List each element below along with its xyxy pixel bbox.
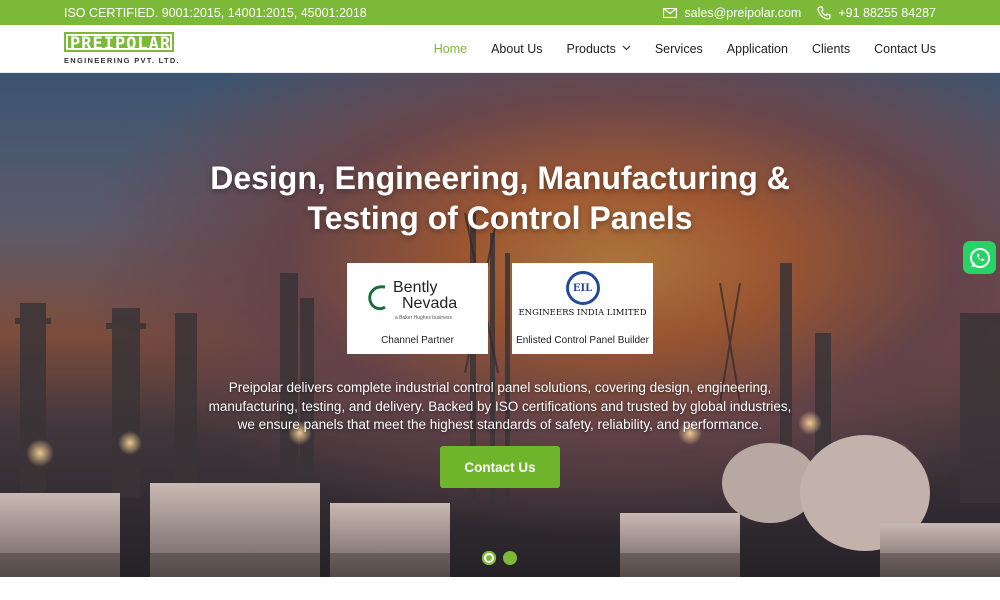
nav-application[interactable]: Application — [727, 42, 788, 56]
phone-icon — [817, 5, 831, 20]
nav-services[interactable]: Services — [655, 42, 703, 56]
nav-about-us-label: About Us — [491, 41, 543, 56]
nav-home[interactable]: Home — [434, 42, 467, 56]
email-text: sales@preipolar.com — [684, 5, 802, 20]
mail-icon — [663, 7, 678, 19]
nav-application-label: Application — [726, 41, 788, 56]
nav-about-us[interactable]: About Us — [491, 42, 542, 56]
refinery-background-image — [0, 212, 1000, 577]
main-nav: Home About Us Products Services Applicat… — [434, 42, 936, 56]
nav-clients-label: Clients — [811, 41, 851, 56]
phone-link[interactable]: +91 88255 84287 — [817, 6, 936, 20]
nav-services-label: Services — [654, 41, 703, 56]
hero-title-line-2: Testing of Control Panels — [307, 200, 693, 236]
eil-name-text: ENGINEERS INDIA LIMITED — [518, 308, 647, 318]
top-bar: ISO CERTIFIED. 9001:2015, 14001:2015, 45… — [0, 0, 1000, 25]
hero-desc-line-3: we ensure panels that meet the highest s… — [237, 417, 763, 432]
hero-slider: Design, Engineering, Manufacturing & Tes… — [0, 73, 1000, 577]
site-header: PREIPOLAR ENGINEERING PVT. LTD. Home Abo… — [0, 25, 1000, 73]
hero-title-line-1: Design, Engineering, Manufacturing & — [210, 160, 790, 196]
partner-card-bently-nevada: Bently Nevada a Baker Hughes business Ch… — [347, 263, 488, 354]
slide-dot-2[interactable] — [503, 551, 517, 565]
top-contact-group: sales@preipolar.com +91 88255 84287 — [663, 6, 936, 20]
bently-sub-text: a Baker Hughes business — [395, 315, 452, 321]
nav-products[interactable]: Products — [567, 42, 631, 56]
partner-caption-channel: Channel Partner — [381, 335, 454, 346]
nav-clients[interactable]: Clients — [812, 42, 850, 56]
whatsapp-icon — [969, 247, 990, 268]
hero-desc-line-1: Preipolar delivers complete industrial c… — [228, 380, 772, 395]
slide-dot-1[interactable] — [482, 551, 496, 565]
logo-wordmark: PREIPOLAR — [64, 32, 174, 54]
email-link[interactable]: sales@preipolar.com — [663, 6, 801, 20]
logo-tagline: ENGINEERING PVT. LTD. — [64, 56, 180, 65]
hero-desc-line-2: manufacturing, testing, and delivery. Ba… — [208, 398, 792, 414]
partner-card-eil: EIL ENGINEERS INDIA LIMITED Enlisted Con… — [512, 263, 653, 354]
eil-emblem: EIL — [565, 271, 600, 305]
nav-home-label: Home — [433, 41, 468, 56]
hero-title: Design, Engineering, Manufacturing & Tes… — [150, 158, 850, 238]
chevron-down-icon — [622, 43, 631, 53]
nav-contact-us-label: Contact Us — [874, 41, 936, 56]
partner-caption-enlisted: Enlisted Control Panel Builder — [516, 335, 649, 346]
hero-description: Preipolar delivers complete industrial c… — [190, 379, 810, 435]
contact-us-button[interactable]: Contact Us — [440, 446, 560, 488]
brand-logo[interactable]: PREIPOLAR ENGINEERING PVT. LTD. — [64, 32, 180, 65]
bently-swoosh-icon — [368, 285, 386, 311]
nav-contact-us[interactable]: Contact Us — [874, 42, 936, 56]
slider-pagination — [482, 551, 517, 565]
whatsapp-button[interactable] — [963, 241, 996, 274]
eil-logo: EIL ENGINEERS INDIA LIMITED — [512, 271, 653, 318]
phone-text: +91 88255 84287 — [838, 5, 936, 20]
bently-name-line-2: Nevada — [402, 295, 458, 312]
nav-products-label: Products — [566, 41, 616, 56]
iso-certification-text: ISO CERTIFIED. 9001:2015, 14001:2015, 45… — [64, 5, 367, 20]
bently-nevada-logo: Bently Nevada a Baker Hughes business — [365, 279, 475, 323]
